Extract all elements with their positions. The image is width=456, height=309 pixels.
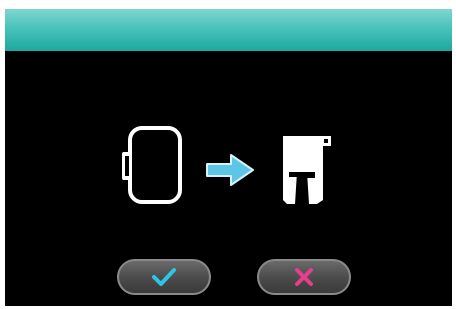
presser-foot-icon [275, 126, 339, 206]
device-frame [0, 0, 456, 309]
cancel-button[interactable] [257, 259, 351, 295]
cross-icon [293, 266, 315, 288]
screen [5, 9, 452, 306]
confirm-button[interactable] [117, 259, 211, 295]
embroidery-hoop-icon [118, 126, 188, 206]
arrow-right-icon [205, 153, 255, 187]
checkmark-icon [151, 267, 177, 287]
header-bar [5, 9, 452, 51]
